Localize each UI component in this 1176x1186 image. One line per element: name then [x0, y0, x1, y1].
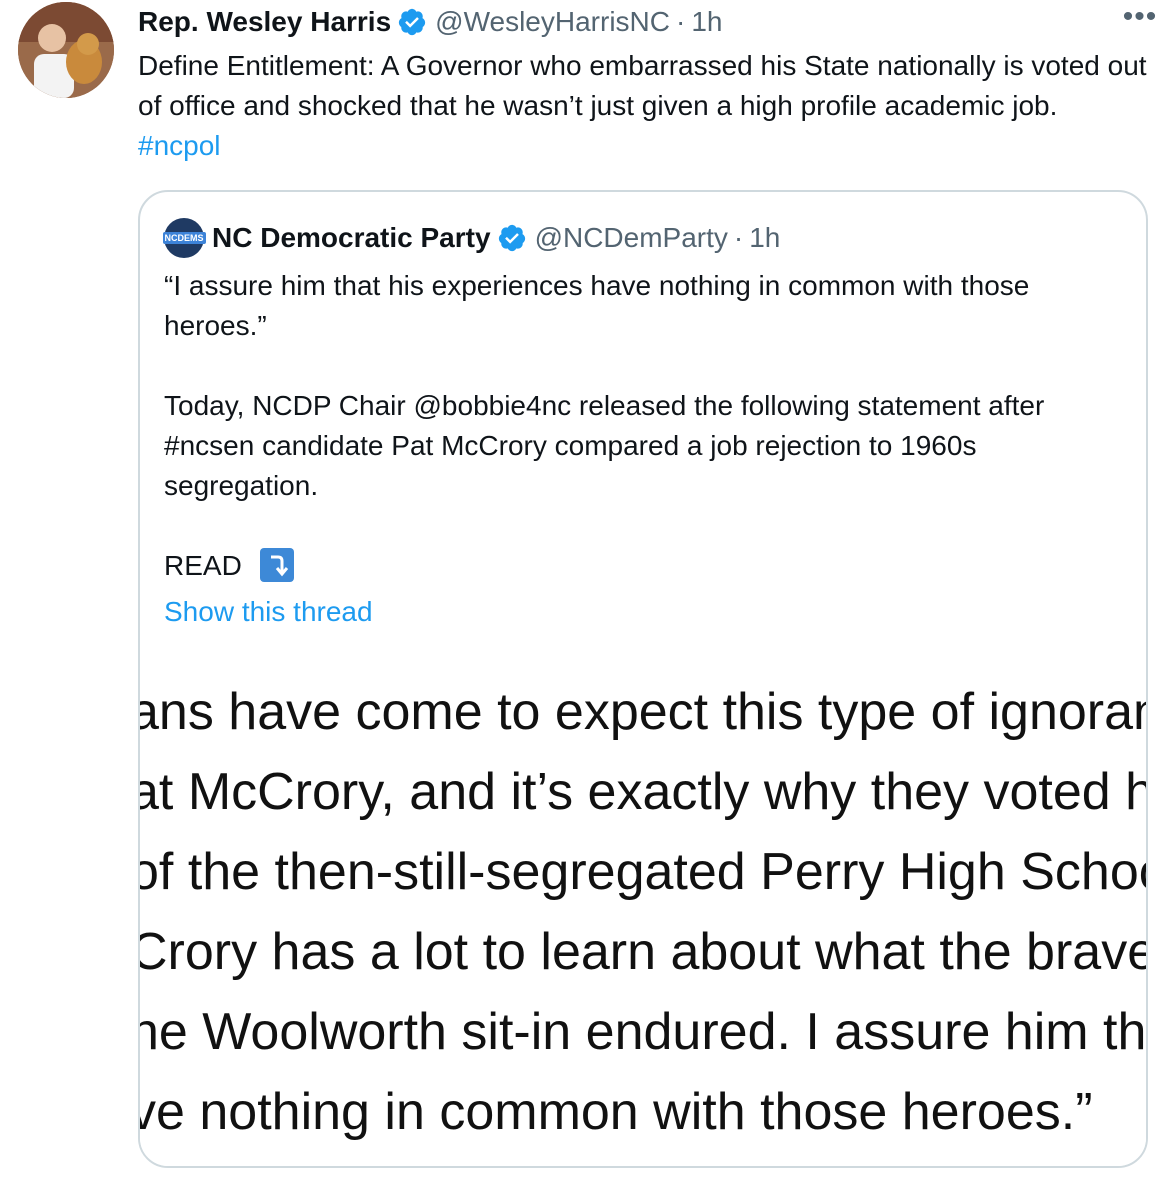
tweet-header: Rep. Wesley Harris @WesleyHarrisNC · 1h	[138, 2, 722, 42]
quoted-tweet-card[interactable]: NCDEMS NC Democratic Party @NCDemParty ·…	[138, 190, 1148, 1168]
separator-dot: ·	[676, 6, 686, 37]
image-text-line: of the then-still-segregated Perry High …	[140, 843, 1148, 901]
image-text-line: he Woolworth sit-in endured. I assure hi…	[140, 1003, 1147, 1061]
ncdems-logo: NCDEMS	[162, 232, 206, 244]
tweet-body: Define Entitlement: A Governor who embar…	[138, 50, 1147, 121]
verified-badge-icon	[497, 223, 527, 253]
tweet-text: Define Entitlement: A Governor who embar…	[138, 46, 1148, 166]
quoted-tweet-text: “I assure him that his experiences have …	[164, 266, 1124, 586]
image-text-line: at McCrory, and it’s exactly why they vo…	[140, 763, 1148, 821]
image-text-line: ve nothing in common with those heroes.”	[140, 1083, 1093, 1141]
tweet-timestamp[interactable]: 1h	[691, 6, 722, 38]
statement-paragraph: Today, NCDP Chair @bobbie4nc released th…	[164, 390, 1045, 501]
image-text-line: Crory has a lot to learn about what the …	[140, 923, 1148, 981]
verified-badge-icon	[397, 7, 427, 37]
author-avatar[interactable]	[18, 2, 114, 98]
hashtag-link[interactable]: #ncpol	[138, 130, 221, 161]
author-handle[interactable]: @WesleyHarrisNC	[435, 6, 670, 38]
quoted-timestamp[interactable]: 1h	[749, 222, 780, 254]
quote-paragraph: “I assure him that his experiences have …	[164, 270, 1030, 341]
read-line: READ	[164, 546, 1124, 586]
read-label: READ	[164, 550, 242, 581]
quoted-author-avatar[interactable]: NCDEMS	[162, 218, 206, 258]
quoted-tweet-header: NCDEMS NC Democratic Party @NCDemParty ·…	[162, 218, 780, 258]
arrow-down-right-icon	[259, 547, 294, 582]
more-options-icon[interactable]: •••	[1122, 2, 1158, 36]
quoted-author-name[interactable]: NC Democratic Party	[212, 222, 491, 254]
statement-image[interactable]: ans have come to expect this type of ign…	[140, 662, 1148, 1166]
show-thread-link[interactable]: Show this thread	[164, 596, 373, 628]
quoted-author-handle[interactable]: @NCDemParty	[535, 222, 728, 254]
author-name[interactable]: Rep. Wesley Harris	[138, 6, 391, 38]
image-text-line: ans have come to expect this type of ign…	[140, 683, 1148, 741]
separator-dot: ·	[733, 222, 744, 253]
